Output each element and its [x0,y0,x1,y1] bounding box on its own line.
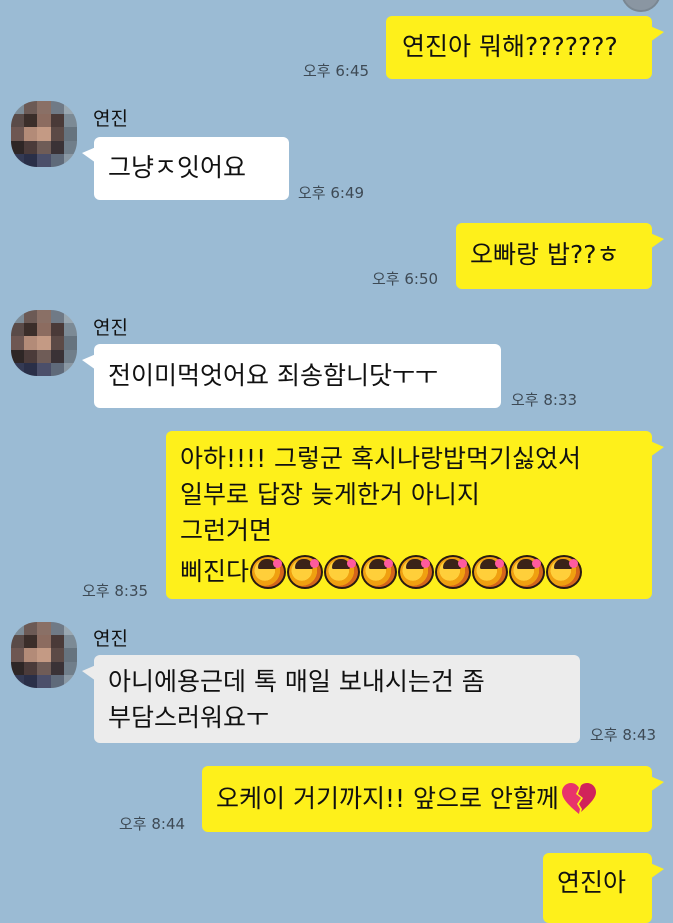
partial-avatar-icon [621,0,661,12]
avatar[interactable] [11,310,77,376]
message-time: 오후 8:33 [511,391,578,409]
sender-name: 연진 [93,108,128,130]
message-text: 아하!!!! 그렇군 혹시나랑밥먹기싫었서 일부로 답장 늦게한거 아니지 그런… [180,444,581,545]
face-emoji-icon [435,555,472,589]
message-time: 오후 6:45 [303,62,370,80]
emoji-row [250,555,583,589]
face-emoji-icon [361,555,398,589]
avatar[interactable] [11,101,77,167]
broken-heart-icon [561,783,596,814]
face-emoji-icon [250,555,287,589]
message-time: 오후 8:44 [119,815,186,833]
avatar[interactable] [11,622,77,688]
bubble-tail [650,776,664,792]
face-emoji-icon [324,555,361,589]
my-message-bubble[interactable]: 연진아 [543,853,664,923]
message-text: 연진아 [557,868,627,897]
message-text: 오케이 거기까지!! 앞으로 안할께 [216,784,559,813]
my-message-bubble[interactable]: 오빠랑 밥??ㅎ [456,223,664,289]
message-time: 오후 8:43 [590,726,657,744]
message-text-last: 삐진다 [180,557,250,586]
bubble-tail [82,147,96,163]
bubble-tail [82,665,96,681]
message-text: 오빠랑 밥??ㅎ [470,240,620,269]
face-emoji-icon [546,555,583,589]
message-time: 오후 8:35 [82,582,149,600]
received-message-bubble[interactable]: 아니에용근데 톡 매일 보내시는건 좀 부담스러워요ㅜ [82,655,580,743]
message-time: 오후 6:50 [372,270,439,288]
bubble-tail [82,354,96,370]
message-time: 오후 6:49 [298,184,365,202]
face-emoji-icon [287,555,324,589]
message-text: 그냥ㅈ잇어요 [108,153,247,182]
bubble-tail [650,233,664,249]
my-message-bubble[interactable]: 아하!!!! 그렇군 혹시나랑밥먹기싫었서 일부로 답장 늦게한거 아니지 그런… [166,431,664,599]
my-message-bubble[interactable]: 오케이 거기까지!! 앞으로 안할께 [202,766,664,832]
message-text: 전이미먹엇어요 죄송함니닷ㅜㅜ [108,361,438,390]
message-text: 연진아 뭐해??????? [402,32,618,61]
bubble-tail [650,26,664,42]
sender-name: 연진 [93,317,128,339]
received-message-bubble[interactable]: 전이미먹엇어요 죄송함니닷ㅜㅜ [82,344,501,408]
bubble-tail [650,441,664,457]
message-text: 아니에용근데 톡 매일 보내시는건 좀 부담스러워요ㅜ [108,667,485,732]
face-emoji-icon [398,555,435,589]
face-emoji-icon [509,555,546,589]
received-message-bubble[interactable]: 그냥ㅈ잇어요 [82,137,289,200]
my-message-bubble[interactable]: 연진아 뭐해??????? [386,16,664,79]
face-emoji-icon [472,555,509,589]
sender-name: 연진 [93,628,128,650]
bubble-tail [650,863,664,879]
